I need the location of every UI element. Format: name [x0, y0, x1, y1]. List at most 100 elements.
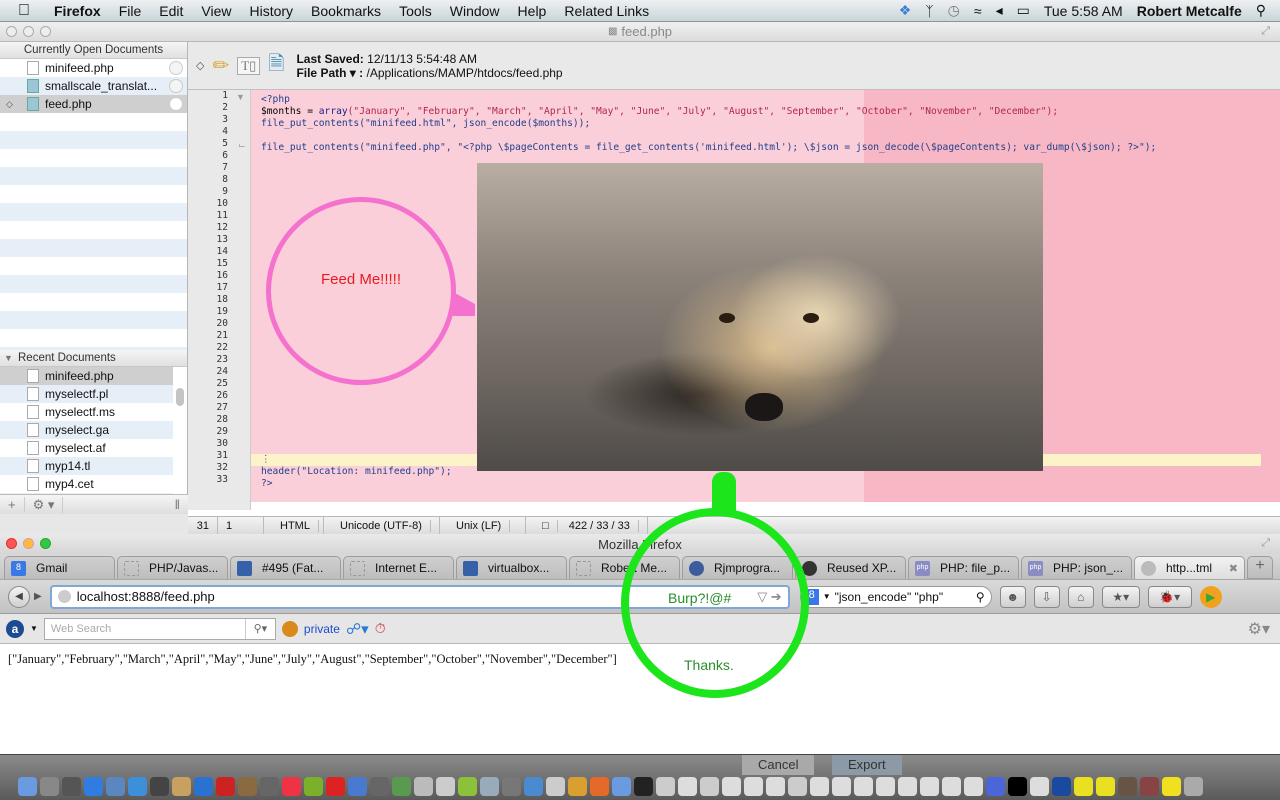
dock-app-icon[interactable]: [634, 777, 653, 796]
status-line[interactable]: 31: [188, 516, 218, 535]
recent-docs-header[interactable]: ▼ Recent Documents: [0, 350, 187, 367]
tab-10[interactable]: http...tml ✖: [1134, 556, 1245, 579]
dock-app-icon[interactable]: [260, 777, 279, 796]
back-button[interactable]: ◀: [8, 585, 30, 608]
globe-icon[interactable]: [281, 620, 298, 637]
dock-app-icon[interactable]: [348, 777, 367, 796]
gear-icon[interactable]: ⚙▾: [1248, 619, 1270, 639]
search-bar[interactable]: 8 ▼ "json_encode" "php" ⚲: [799, 585, 992, 608]
menu-history[interactable]: History: [240, 3, 302, 19]
downloads-button[interactable]: ⇩: [1033, 585, 1060, 608]
dock-app-icon[interactable]: [546, 777, 565, 796]
resize-handle[interactable]: ‖: [167, 497, 188, 512]
dock-app-icon[interactable]: [106, 777, 125, 796]
dock-app-icon[interactable]: [656, 777, 675, 796]
recent-doc-item[interactable]: myselect.af: [0, 439, 173, 457]
dock-app-icon[interactable]: [458, 777, 477, 796]
dock-app-icon[interactable]: [304, 777, 323, 796]
dock-app-icon[interactable]: [964, 777, 983, 796]
tab-8[interactable]: php PHP: file_p...: [908, 556, 1019, 579]
battery-icon[interactable]: ▭: [1017, 2, 1030, 19]
search-icon[interactable]: ⚲: [976, 590, 985, 604]
dock-app-icon[interactable]: [876, 777, 895, 796]
recent-doc-item[interactable]: minifeed.php: [0, 367, 173, 385]
web-search-input[interactable]: Web Search ⚲▾: [43, 617, 276, 640]
dock-app-icon[interactable]: [480, 777, 499, 796]
dock-app-icon[interactable]: [216, 777, 235, 796]
background-export-button[interactable]: Export: [832, 755, 902, 775]
line-endings-select[interactable]: Unix (LF) ⇵: [440, 516, 526, 550]
recent-doc-item[interactable]: myp14.tl: [0, 457, 173, 475]
search-value[interactable]: "json_encode" "php": [835, 590, 943, 604]
bluetooth-icon[interactable]: ᛉ: [925, 3, 933, 19]
tab-2[interactable]: #495 (Fat...: [230, 556, 341, 579]
play-addon-icon[interactable]: ▶: [1199, 585, 1222, 608]
tab-0[interactable]: 8 Gmail: [4, 556, 115, 579]
text-options-icon[interactable]: T▯: [237, 56, 261, 75]
tab-1[interactable]: PHP/Javas...: [117, 556, 228, 579]
dock-app-icon[interactable]: [1074, 777, 1093, 796]
recent-docs-scrollbar[interactable]: [176, 388, 184, 406]
menu-edit[interactable]: Edit: [150, 3, 192, 19]
dock-app-icon[interactable]: [194, 777, 213, 796]
volume-icon[interactable]: ◂: [996, 2, 1003, 19]
tab-7[interactable]: Reused XP...: [795, 556, 906, 579]
user-name[interactable]: Robert Metcalfe: [1137, 3, 1242, 19]
dropdown-arrow-icon[interactable]: ▼: [30, 624, 38, 633]
fold-end-icon[interactable]: ⌙: [238, 140, 246, 151]
dock-app-icon[interactable]: [1096, 777, 1115, 796]
link-icon[interactable]: ☍▾: [346, 620, 369, 638]
dock-app-icon[interactable]: [1008, 777, 1027, 796]
minimize-button[interactable]: [23, 26, 34, 37]
language-select[interactable]: HTML ⇵: [264, 516, 324, 550]
open-doc-item[interactable]: smallscale_translat...: [0, 77, 187, 95]
dock-app-icon[interactable]: [678, 777, 697, 796]
document-stats[interactable]: □ 422 / 33 / 33: [526, 516, 648, 535]
encoding-select[interactable]: Unicode (UTF-8) ⇵: [324, 516, 440, 550]
recent-doc-item[interactable]: myselectf.ms: [0, 403, 173, 421]
dock-app-icon[interactable]: [920, 777, 939, 796]
fold-triangle-icon[interactable]: ▼: [236, 92, 245, 102]
background-cancel-button[interactable]: Cancel: [742, 755, 815, 775]
recent-doc-item[interactable]: myp4.cet: [0, 475, 173, 493]
dock-app-icon[interactable]: [436, 777, 455, 796]
dock-app-icon[interactable]: [370, 777, 389, 796]
clock[interactable]: Tue 5:58 AM: [1044, 3, 1123, 19]
ask-logo-icon[interactable]: a: [6, 619, 24, 638]
apple-menu-icon[interactable]: : [18, 2, 40, 20]
fullscreen-icon[interactable]: ⤢: [1261, 537, 1270, 550]
dock-app-icon[interactable]: [84, 777, 103, 796]
recent-doc-item[interactable]: myselect.ga: [0, 421, 173, 439]
status-column[interactable]: 1: [218, 516, 264, 535]
time-machine-icon[interactable]: ◷: [948, 2, 960, 19]
dock-app-icon[interactable]: [590, 777, 609, 796]
private-button[interactable]: private: [304, 622, 340, 636]
dock-app-icon[interactable]: [832, 777, 851, 796]
dock-app-icon[interactable]: [1052, 777, 1071, 796]
dock-app-icon[interactable]: [40, 777, 59, 796]
dock-app-icon[interactable]: [414, 777, 433, 796]
close-doc-button[interactable]: [169, 79, 183, 93]
dock-app-icon[interactable]: [788, 777, 807, 796]
dock-app-icon[interactable]: [282, 777, 301, 796]
open-doc-item[interactable]: minifeed.php: [0, 59, 187, 77]
tab-9[interactable]: php PHP: json_...: [1021, 556, 1132, 579]
menu-file[interactable]: File: [110, 3, 151, 19]
add-button[interactable]: +: [0, 497, 25, 512]
addon-icon[interactable]: ☻: [999, 585, 1026, 608]
dock-app-icon[interactable]: [524, 777, 543, 796]
timer-icon[interactable]: ⏱: [375, 620, 386, 637]
dock-app-icon[interactable]: [766, 777, 785, 796]
dock-app-icon[interactable]: [942, 777, 961, 796]
search-icon[interactable]: ⚲▾: [244, 618, 275, 639]
spotlight-icon[interactable]: ⚲: [1256, 2, 1266, 19]
wifi-icon[interactable]: ≈: [974, 3, 982, 19]
dock-app-icon[interactable]: [854, 777, 873, 796]
recent-doc-item[interactable]: myselectf.pl: [0, 385, 173, 403]
dock-app-icon[interactable]: [744, 777, 763, 796]
close-button[interactable]: [6, 538, 17, 549]
dock-app-icon[interactable]: [1030, 777, 1049, 796]
firebug-button[interactable]: 🐞▾: [1147, 585, 1192, 608]
dock-app-icon[interactable]: [722, 777, 741, 796]
open-doc-item-selected[interactable]: ◇ feed.php: [0, 95, 187, 113]
